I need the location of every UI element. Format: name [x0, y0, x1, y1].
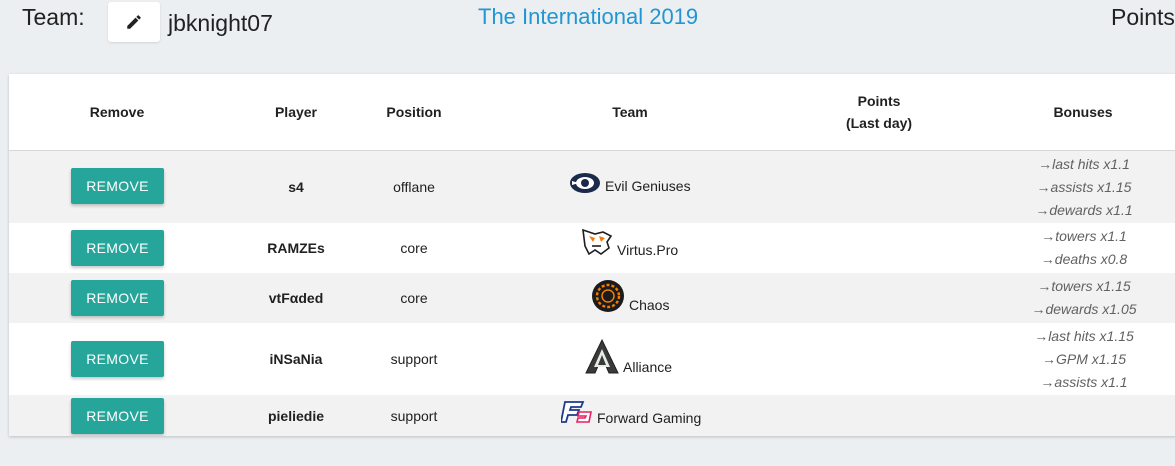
col-header-team: Team — [612, 104, 648, 120]
bonus-list: →towers x1.15 →dewards x1.05 — [969, 273, 1175, 323]
pencil-icon — [127, 15, 141, 29]
team-cell: Virtus.Pro — [581, 228, 678, 258]
player-name: pieliedie — [267, 407, 325, 424]
remove-button[interactable]: REMOVE — [71, 230, 164, 266]
alliance-logo — [585, 339, 619, 374]
player-name: iNSaNia — [269, 351, 323, 367]
bonus-list: →last hits x1.1 →assists x1.15 →dewards … — [969, 151, 1175, 223]
remove-button[interactable]: REMOVE — [71, 168, 164, 204]
team-name-label: Virtus.Pro — [617, 242, 679, 258]
tournament-title: The International 2019 — [478, 4, 699, 29]
player-position: support — [390, 351, 438, 367]
bonus-item: →towers x1.1 — [1041, 228, 1127, 244]
team-name-label: Forward Gaming — [597, 410, 702, 426]
table-row: REMOVE iNSaNia support Alliance →last hi… — [9, 323, 1175, 395]
col-header-points-line2: (Last day) — [845, 115, 913, 131]
team-label: Team: — [22, 4, 85, 30]
table-row: REMOVE RAMZEs core Virtus.Pro →towers x1… — [9, 223, 1175, 273]
bonus-item: →deaths x0.8 — [1040, 251, 1128, 267]
player-name: vtFαded — [268, 290, 324, 306]
bonus-item: →last hits x1.15 — [1034, 327, 1134, 344]
bonus-item: →assists x1.15 — [1036, 178, 1132, 195]
team-cell: Chaos — [591, 279, 669, 313]
player-position: core — [400, 240, 428, 256]
team-cell: Evil Geniuses — [569, 172, 691, 194]
points-label: Points: — [1111, 4, 1175, 30]
bonus-item: →last hits x1.1 — [1038, 155, 1130, 172]
team-name-label: Alliance — [623, 359, 673, 375]
player-position: core — [400, 290, 428, 306]
page-header: Team: jbknight07 The International 2019 … — [0, 0, 1175, 70]
bonus-item: →GPM x1.15 — [1041, 350, 1127, 367]
col-header-remove: Remove — [89, 104, 145, 120]
remove-button[interactable]: REMOVE — [71, 398, 164, 434]
table-row: REMOVE s4 offlane Evil Geniuses →last hi… — [9, 151, 1175, 223]
bonus-item: →assists x1.1 — [1040, 373, 1128, 390]
table-row: REMOVE pieliedie support Forward Gaming — [9, 395, 1175, 436]
team-cell: Alliance — [585, 339, 672, 375]
remove-button[interactable]: REMOVE — [71, 280, 164, 316]
chaos-logo — [592, 280, 624, 312]
team-cell: Forward Gaming — [561, 398, 701, 426]
forward-gaming-logo — [561, 401, 592, 423]
player-position: offlane — [393, 179, 435, 195]
col-header-player: Player — [274, 104, 318, 120]
col-header-points-line1: Points — [857, 93, 901, 109]
col-header-bonuses: Bonuses — [1053, 104, 1113, 120]
col-header-position: Position — [386, 104, 442, 120]
bonus-list: →last hits x1.15 →GPM x1.15 →assists x1.… — [969, 323, 1175, 395]
remove-button[interactable]: REMOVE — [71, 341, 164, 377]
col-header-points: Points (Last day) — [809, 74, 949, 150]
bonus-item: →towers x1.15 — [1037, 278, 1131, 294]
team-name: jbknight07 — [168, 10, 273, 36]
bonus-list: →towers x1.1 →deaths x0.8 — [969, 223, 1175, 273]
bonus-item: →dewards x1.1 — [1035, 201, 1133, 218]
table-row: REMOVE vtFαded core Chaos →towers x1.15 … — [9, 273, 1175, 323]
bonus-item: →dewards x1.05 — [1031, 301, 1137, 317]
edit-team-name-button[interactable] — [108, 2, 160, 42]
roster-table: Remove Player Position Team Points (Last… — [9, 74, 1175, 436]
player-name: RAMZEs — [267, 240, 325, 256]
team-name-label: Evil Geniuses — [605, 178, 691, 194]
player-name: s4 — [288, 179, 304, 195]
team-name-label: Chaos — [629, 297, 670, 313]
evil-geniuses-logo — [570, 173, 600, 193]
player-position: support — [390, 407, 438, 424]
virtus-pro-logo — [582, 228, 613, 256]
